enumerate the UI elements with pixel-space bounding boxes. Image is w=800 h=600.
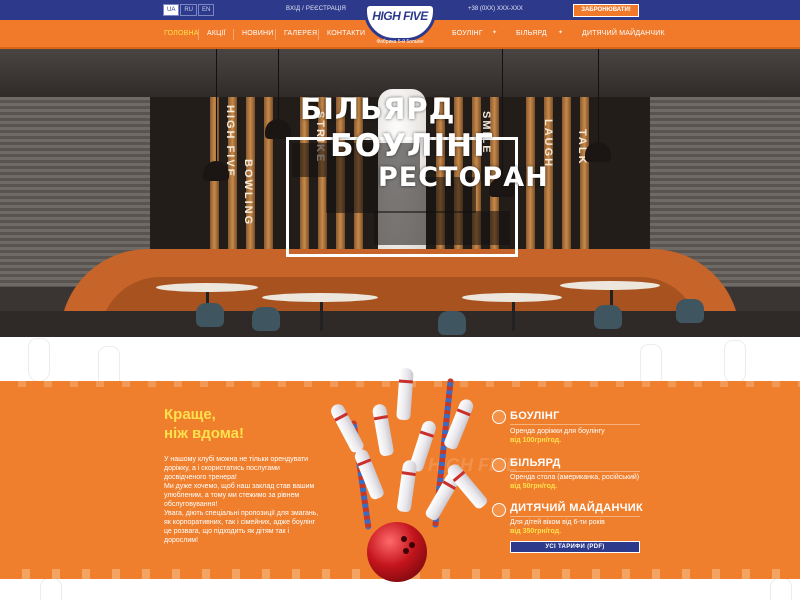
hero-title-shade [374,211,510,245]
table-leg [320,297,323,331]
hero-title-billiards: БІЛЬЯРД [300,92,456,126]
service-price-bowling: від 100грн/год. [510,437,562,444]
service-desc-billiards: Оренда стола (американка, російський) [510,474,640,481]
wood-slat [562,97,571,265]
lounge-chair [196,303,224,327]
language-en[interactable]: EN [198,4,215,16]
round-table [262,293,378,302]
service-title-kids-playground[interactable]: ДИТЯЧИЙ МАЙДАНЧИК [510,502,643,514]
pendant-lamp [203,161,229,181]
headline-line-1: Краще, [164,406,216,423]
headline-line-2: ніж вдома! [164,425,244,442]
billiard-triangle-icon [492,458,506,472]
watermark-pin-icon [28,338,50,382]
service-divider [510,516,640,517]
hero-title-restaurant: РЕСТОРАН [378,162,549,193]
lounge-chair [594,305,622,329]
service-divider [510,424,640,425]
round-table [560,281,660,290]
all-tariffs-pdf-button[interactable]: УСІ ТАРИФИ (PDF) [510,541,640,553]
pin-stripe [419,430,434,438]
wood-slat [210,97,219,265]
star-icon: ✦ [558,30,564,36]
nav-item-gallery[interactable]: ГАЛЕРЕЯ [284,30,317,37]
nav-item-billiards[interactable]: БІЛЬЯРД [516,30,547,37]
nav-item-contacts[interactable]: КОНТАКТИ [327,30,365,37]
nav-divider [233,29,234,40]
language-ru[interactable]: RU [180,4,198,16]
lounge-chair [252,307,280,331]
site-logo[interactable]: HIGH FIVE Фабрика 5-й 5ольме [364,3,436,49]
lamp-cord [278,49,279,121]
intro-paragraph: Ми дуже хочемо, щоб наш заклад став ваши… [164,483,315,508]
bowling-pin-icon [492,410,506,424]
slat-word: LAUGH [542,119,554,169]
service-price-kids-playground: від 350грн/год. [510,528,562,535]
lamp-cord [216,49,217,164]
pin-stripe [373,414,388,421]
nav-item-kids-playground[interactable]: ДИТЯЧИЙ МАЙДАНЧИК [582,30,665,37]
lounge-chair [438,311,466,335]
service-desc-kids-playground: Для дітей віком від 6-ти років [510,519,605,526]
intro-paragraph: У нашому клубі можна не тільки орендуват… [164,456,309,481]
teddy-bear-icon [492,503,506,517]
ball-finger-hole [409,542,415,548]
pin-stripe [357,458,372,467]
intro-paragraph: Увага, діють спеціальні пропозиції для з… [164,510,319,544]
star-icon: ✦ [492,30,498,36]
hero-title-bowling: БОУЛІНГ [330,128,494,164]
watermark-pin-icon [770,578,792,600]
pin-stripe [401,471,416,477]
nav-item-news[interactable]: НОВИНИ [242,30,274,37]
service-title-bowling[interactable]: БОУЛІНГ [510,410,560,422]
lamp-cord [598,49,599,144]
service-price-billiards: від 50грн/год. [510,483,558,490]
wood-slat [580,97,589,265]
promo-headline: Краще, ніж вдома! [164,405,244,443]
lounge-chair [676,299,704,323]
pin-stripe [398,379,413,384]
nav-item-bowling[interactable]: БОУЛІНГ [452,30,483,37]
pin-stripe [456,408,471,417]
table-leg [512,297,515,331]
pendant-lamp [585,142,611,162]
nav-item-promotions[interactable]: АКЦІЇ [207,30,226,37]
pendant-lamp [265,119,291,139]
book-button[interactable]: ЗАБРОНЮВАТИ! [573,4,639,17]
language-ua[interactable]: UA [163,4,180,16]
watermark-pin-icon [40,578,62,600]
nav-divider [198,29,199,40]
phone-number: +38 (0XX) XXX-XXX [468,6,523,12]
service-divider [510,471,640,472]
logo-subtitle: Фабрика 5-й 5ольме [376,39,424,45]
nav-item-home[interactable]: ГОЛОВНА [164,30,199,37]
ball-finger-hole [401,536,407,542]
slat-word: BOWLING [242,159,254,227]
language-switcher: UA RU EN [163,4,215,16]
round-table [462,293,562,302]
watermark-pin-icon [724,340,746,384]
pin-stripe [452,470,466,483]
ball-finger-hole [403,548,409,554]
service-title-billiards[interactable]: БІЛЬЯРД [510,457,561,469]
round-table [156,283,258,292]
pin-stripe [334,412,349,422]
logo-name: HIGH FIVE [372,9,428,23]
nav-divider [318,29,319,40]
nav-divider [275,29,276,40]
login-register-link[interactable]: ВХІД / РЕЄСТРАЦІЯ [286,6,346,12]
service-desc-bowling: Оренда доріжки для боулінгу [510,428,605,435]
bowling-ball [367,522,427,582]
